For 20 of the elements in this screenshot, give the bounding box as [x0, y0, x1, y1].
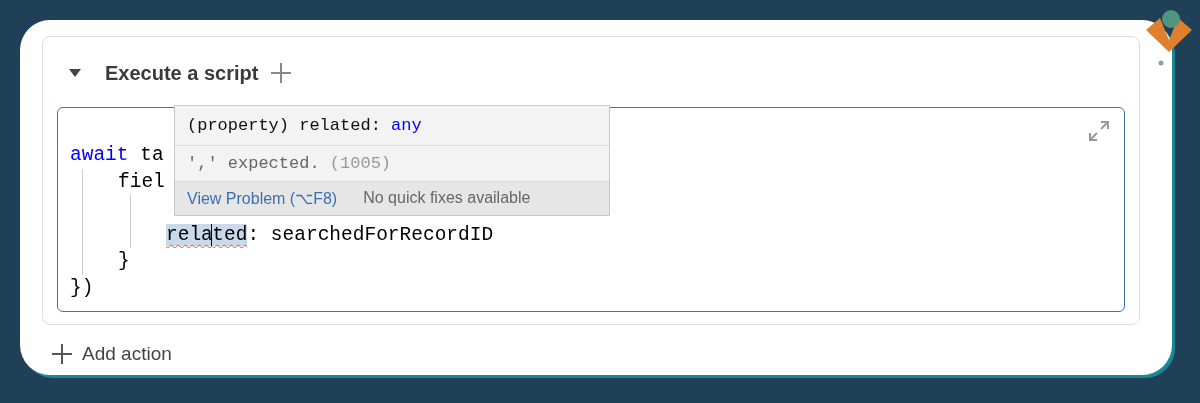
code-token: } — [118, 250, 130, 272]
code-token: await — [70, 144, 129, 166]
code-token: }) — [70, 276, 94, 299]
expand-icon[interactable] — [1088, 120, 1110, 142]
code-token: ted — [211, 223, 248, 246]
add-action-button[interactable]: Add action — [52, 343, 172, 365]
action-title: Execute a script — [105, 61, 259, 85]
code-token: fiel — [118, 170, 165, 193]
code-token: : searchedForRecordID — [247, 223, 494, 246]
code-token: ta — [139, 144, 164, 166]
error-message: ',' expected. — [187, 154, 320, 173]
collapse-caret-icon[interactable] — [69, 69, 81, 77]
quick-fix-note: No quick fixes available — [363, 189, 531, 208]
type-signature: (property) related: any — [175, 106, 609, 146]
error-code: (1005) — [329, 154, 392, 173]
view-problem-link[interactable]: View Problem (⌥F8) — [187, 189, 338, 208]
code-editor[interactable]: (property) related: any ',' expected. (1005) View Problem (⌥F8) No quick fixes available await ta fiel related: searchedForRecordID } }) — [57, 107, 1125, 312]
plus-icon — [52, 344, 72, 364]
code-token: rela — [166, 223, 213, 246]
add-icon[interactable] — [270, 62, 293, 84]
